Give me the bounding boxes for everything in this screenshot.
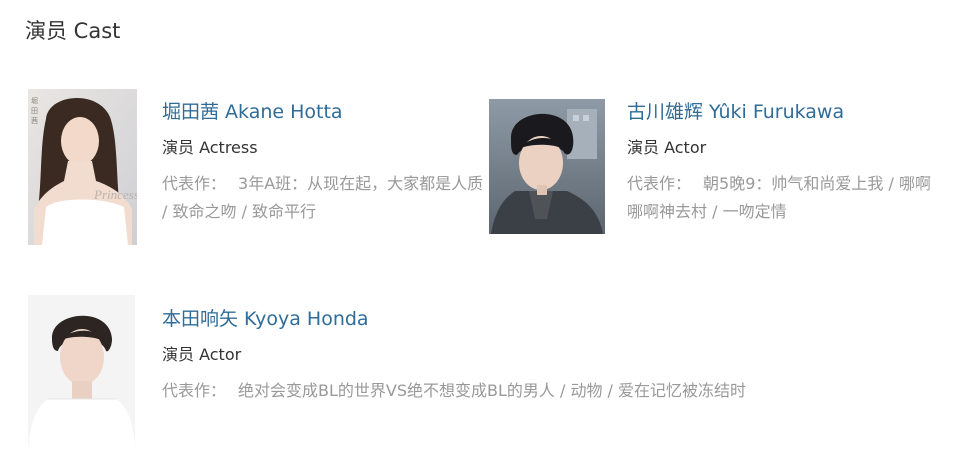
- section-title: 演员 Cast: [25, 19, 121, 43]
- cast-info: 本田响矢 Kyoya Honda 演员 Actor 代表作： 绝对会变成BL的世界…: [162, 295, 842, 405]
- cast-info: 堀田茜 Akane Hotta 演员 Actress 代表作： 3年A班：从现在起…: [162, 89, 484, 226]
- cast-card-kyoya-honda: 本田响矢 Kyoya Honda 演员 Actor 代表作： 绝对会变成BL的世界…: [28, 295, 848, 451]
- cast-role: 演员 Actor: [162, 345, 242, 364]
- cast-role: 演员 Actress: [162, 138, 258, 157]
- cast-role: 演员 Actor: [627, 138, 707, 157]
- cast-works: 代表作： 朝5晚9：帅气和尚爱上我 / 哪啊哪啊神去村 / 一吻定情: [627, 170, 945, 226]
- cast-works: 代表作： 绝对会变成BL的世界VS绝不想变成BL的男人 / 动物 / 爱在记忆被冻…: [162, 377, 842, 405]
- cast-photo-akane-hotta[interactable]: Princess 堀 田 茜: [28, 89, 137, 245]
- works-label: 代表作：: [162, 174, 227, 193]
- svg-text:Princess: Princess: [93, 187, 137, 202]
- cast-photo-kyoya-honda[interactable]: [28, 295, 135, 451]
- cast-name-link[interactable]: 本田响矢 Kyoya Honda: [162, 306, 842, 332]
- actress-photo-icon: Princess 堀 田 茜: [28, 89, 137, 245]
- cast-info: 古川雄辉 Yûki Furukawa 演员 Actor 代表作： 朝5晚9：帅气和…: [627, 99, 945, 226]
- cast-name-link[interactable]: 古川雄辉 Yûki Furukawa: [627, 99, 945, 125]
- cast-photo-yuki-furukawa[interactable]: [489, 99, 605, 234]
- svg-text:堀: 堀: [31, 96, 38, 105]
- svg-text:田: 田: [31, 107, 38, 115]
- cast-card-akane-hotta: Princess 堀 田 茜 堀田茜 Akane Hotta 演员 Actres…: [28, 89, 483, 245]
- cast-card-yuki-furukawa: 古川雄辉 Yûki Furukawa 演员 Actor 代表作： 朝5晚9：帅气和…: [489, 99, 949, 235]
- cast-name-link[interactable]: 堀田茜 Akane Hotta: [162, 99, 484, 125]
- actor-photo-icon: [28, 295, 135, 451]
- works-list: 绝对会变成BL的世界VS绝不想变成BL的男人 / 动物 / 爱在记忆被冻结时: [238, 381, 747, 400]
- svg-text:茜: 茜: [31, 116, 38, 125]
- works-label: 代表作：: [627, 174, 692, 193]
- actor-photo-icon: [489, 99, 605, 234]
- works-label: 代表作：: [162, 381, 227, 400]
- cast-works: 代表作： 3年A班：从现在起，大家都是人质 / 致命之吻 / 致命平行: [162, 170, 484, 226]
